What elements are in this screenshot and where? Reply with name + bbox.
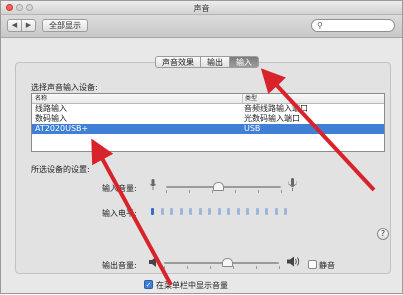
- level-segment: [160, 208, 164, 215]
- tab-output[interactable]: 输出: [200, 56, 230, 68]
- input-device-heading: 选择声音输入设备:: [31, 83, 98, 92]
- tab-sound-effects[interactable]: 声音效果: [155, 56, 201, 68]
- device-name: 线路输入: [35, 104, 67, 113]
- slider-tick: [233, 266, 234, 269]
- level-segment: [208, 208, 211, 215]
- device-name: AT2020USB+: [35, 124, 89, 133]
- help-button[interactable]: ?: [377, 228, 389, 240]
- title-bar[interactable]: 声音: [1, 1, 402, 15]
- slider-tick: [164, 266, 165, 269]
- microphone-high-icon: [288, 178, 297, 191]
- slider-tick: [212, 190, 213, 193]
- show-volume-in-menubar-checkbox[interactable]: ✓: [144, 280, 153, 289]
- slider-tick: [279, 266, 280, 269]
- column-header-name[interactable]: 名称: [35, 94, 47, 103]
- table-row[interactable]: 数码输入 光数码输入端口: [32, 114, 384, 124]
- toolbar: ◀ ▶ 全部显示 ⚲: [1, 15, 402, 38]
- level-segment: [265, 208, 268, 215]
- show-all-button[interactable]: 全部显示: [42, 19, 88, 32]
- level-segment: [198, 208, 202, 215]
- tab-input[interactable]: 输入: [229, 56, 259, 68]
- tab-bar: 声音效果 输出 输入: [155, 56, 259, 68]
- slider-tick: [258, 190, 259, 193]
- input-volume-knob[interactable]: [212, 182, 224, 191]
- table-row-selected[interactable]: AT2020USB+ USB: [32, 124, 384, 134]
- level-segment: [236, 208, 240, 215]
- level-segment: [246, 208, 249, 215]
- speaker-high-icon: [287, 256, 300, 267]
- microphone-low-icon: [150, 179, 156, 190]
- device-type: 音频线路输入端口: [244, 104, 308, 113]
- slider-tick: [281, 190, 282, 193]
- device-type: 光数码输入端口: [244, 114, 300, 123]
- back-button[interactable]: ◀: [7, 19, 22, 32]
- level-segment: [274, 208, 278, 215]
- forward-button[interactable]: ▶: [21, 19, 36, 32]
- speaker-low-icon: [149, 257, 156, 267]
- slider-tick: [256, 266, 257, 269]
- device-type: USB: [244, 124, 261, 133]
- show-volume-in-menubar-label: 在菜单栏中显示音量: [156, 281, 228, 290]
- level-segment: [217, 208, 221, 215]
- column-header-type[interactable]: 类型: [242, 94, 257, 103]
- input-volume-label: 输入音量:: [102, 184, 137, 193]
- slider-tick: [210, 266, 211, 269]
- mute-label: 静音: [319, 261, 335, 270]
- slider-tick: [166, 190, 167, 193]
- sound-preferences-window: 声音 ◀ ▶ 全部显示 ⚲ 声音效果 输出 输入 选择声音输入设备: 名称 类型…: [0, 0, 403, 294]
- output-volume-label: 输出音量:: [102, 261, 137, 270]
- table-row[interactable]: 线路输入 音频线路输入端口: [32, 104, 384, 114]
- device-settings-heading: 所选设备的设置:: [31, 165, 90, 174]
- input-device-table: 名称 类型 线路输入 音频线路输入端口 数码输入 光数码输入端口 AT2020U…: [31, 93, 385, 152]
- slider-tick: [235, 190, 236, 193]
- level-segment: [255, 208, 259, 215]
- level-segment: [151, 208, 154, 215]
- window-title: 声音: [193, 4, 210, 13]
- mute-checkbox[interactable]: [308, 260, 317, 269]
- slider-tick: [187, 266, 188, 269]
- output-volume-knob[interactable]: [222, 258, 234, 267]
- search-input[interactable]: ⚲: [311, 19, 395, 32]
- level-segment: [179, 208, 183, 215]
- level-segment: [170, 208, 173, 215]
- table-header: 名称 类型: [32, 94, 384, 104]
- device-name: 数码输入: [35, 114, 67, 123]
- level-segment: [284, 208, 287, 215]
- search-icon: ⚲: [317, 21, 323, 30]
- level-segment: [189, 208, 192, 215]
- input-level-label: 输入电平:: [102, 209, 137, 218]
- slider-tick: [189, 190, 190, 193]
- level-segment: [227, 208, 230, 215]
